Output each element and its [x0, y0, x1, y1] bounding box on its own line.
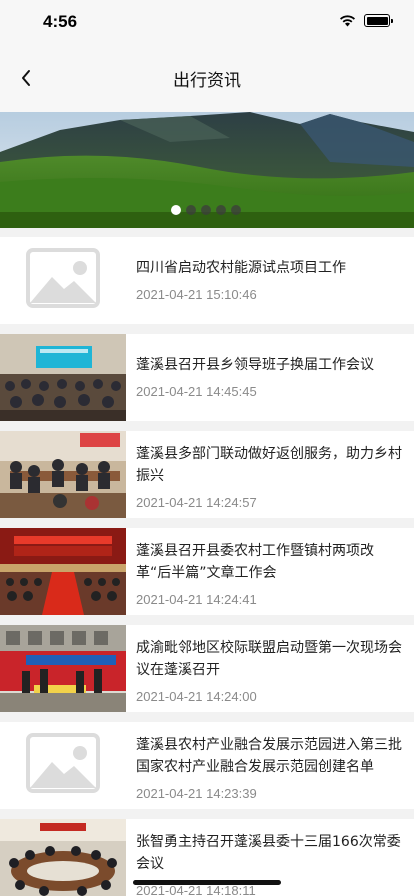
meeting-photo [0, 528, 126, 615]
news-time: 2021-04-21 14:45:45 [136, 384, 257, 399]
event-photo [0, 625, 126, 712]
home-indicator [133, 880, 281, 885]
news-thumbnail [0, 334, 126, 421]
news-thumbnail [0, 528, 126, 615]
meeting-photo [0, 819, 126, 896]
news-thumbnail [0, 819, 126, 896]
news-time: 2021-04-21 14:24:41 [136, 592, 257, 607]
news-thumbnail [0, 722, 126, 809]
news-thumbnail [0, 431, 126, 518]
news-title: 蓬溪县召开县乡领导班子换届工作会议 [136, 357, 374, 373]
news-title: 蓬溪县多部门联动做好返创服务，助力乡村振兴 [136, 446, 402, 484]
news-time: 2021-04-21 15:10:46 [136, 287, 257, 302]
wifi-icon [339, 14, 356, 27]
news-item[interactable]: 四川省启动农村能源试点项目工作 2021-04-21 15:10:46 [0, 237, 414, 324]
placeholder-image-icon [0, 722, 126, 809]
meeting-photo [0, 431, 126, 518]
banner-dot[interactable] [186, 205, 196, 215]
news-time: 2021-04-21 14:24:57 [136, 495, 257, 510]
news-thumbnail [0, 625, 126, 712]
meeting-photo [0, 334, 126, 421]
news-title: 蓬溪县召开县委农村工作暨镇村两项改革“后半篇”文章工作会 [136, 543, 374, 581]
news-title: 蓬溪县农村产业融合发展示范园进入第三批国家农村产业融合发展示范园创建名单 [136, 737, 402, 775]
status-icons [339, 14, 393, 27]
banner-dot[interactable] [171, 205, 181, 215]
status-bar: 4:56 [0, 0, 414, 44]
battery-icon [364, 14, 393, 27]
news-item[interactable]: 成渝毗邻地区校际联盟启动暨第一次现场会议在蓬溪召开 2021-04-21 14:… [0, 625, 414, 712]
placeholder-image-icon [0, 237, 126, 324]
banner-pagination [171, 205, 241, 215]
banner-dot[interactable] [231, 205, 241, 215]
status-time: 4:56 [43, 12, 78, 31]
news-title: 四川省启动农村能源试点项目工作 [136, 260, 346, 276]
news-item[interactable]: 蓬溪县召开县乡领导班子换届工作会议 2021-04-21 14:45:45 [0, 334, 414, 421]
news-time: 2021-04-21 14:23:39 [136, 786, 257, 801]
news-item[interactable]: 蓬溪县多部门联动做好返创服务，助力乡村振兴 2021-04-21 14:24:5… [0, 431, 414, 518]
news-thumbnail [0, 237, 126, 324]
news-title: 成渝毗邻地区校际联盟启动暨第一次现场会议在蓬溪召开 [136, 640, 402, 678]
news-item[interactable]: 蓬溪县农村产业融合发展示范园进入第三批国家农村产业融合发展示范园创建名单 202… [0, 722, 414, 809]
banner-dot[interactable] [201, 205, 211, 215]
page-title: 出行资讯 [173, 71, 241, 91]
news-time: 2021-04-21 14:24:00 [136, 689, 257, 704]
news-title: 张智勇主持召开蓬溪县委十三届166次常委会议 [136, 834, 401, 872]
banner-dot[interactable] [216, 205, 226, 215]
nav-bar: 出行资讯 [0, 44, 414, 112]
news-item[interactable]: 蓬溪县召开县委农村工作暨镇村两项改革“后半篇”文章工作会 2021-04-21 … [0, 528, 414, 615]
